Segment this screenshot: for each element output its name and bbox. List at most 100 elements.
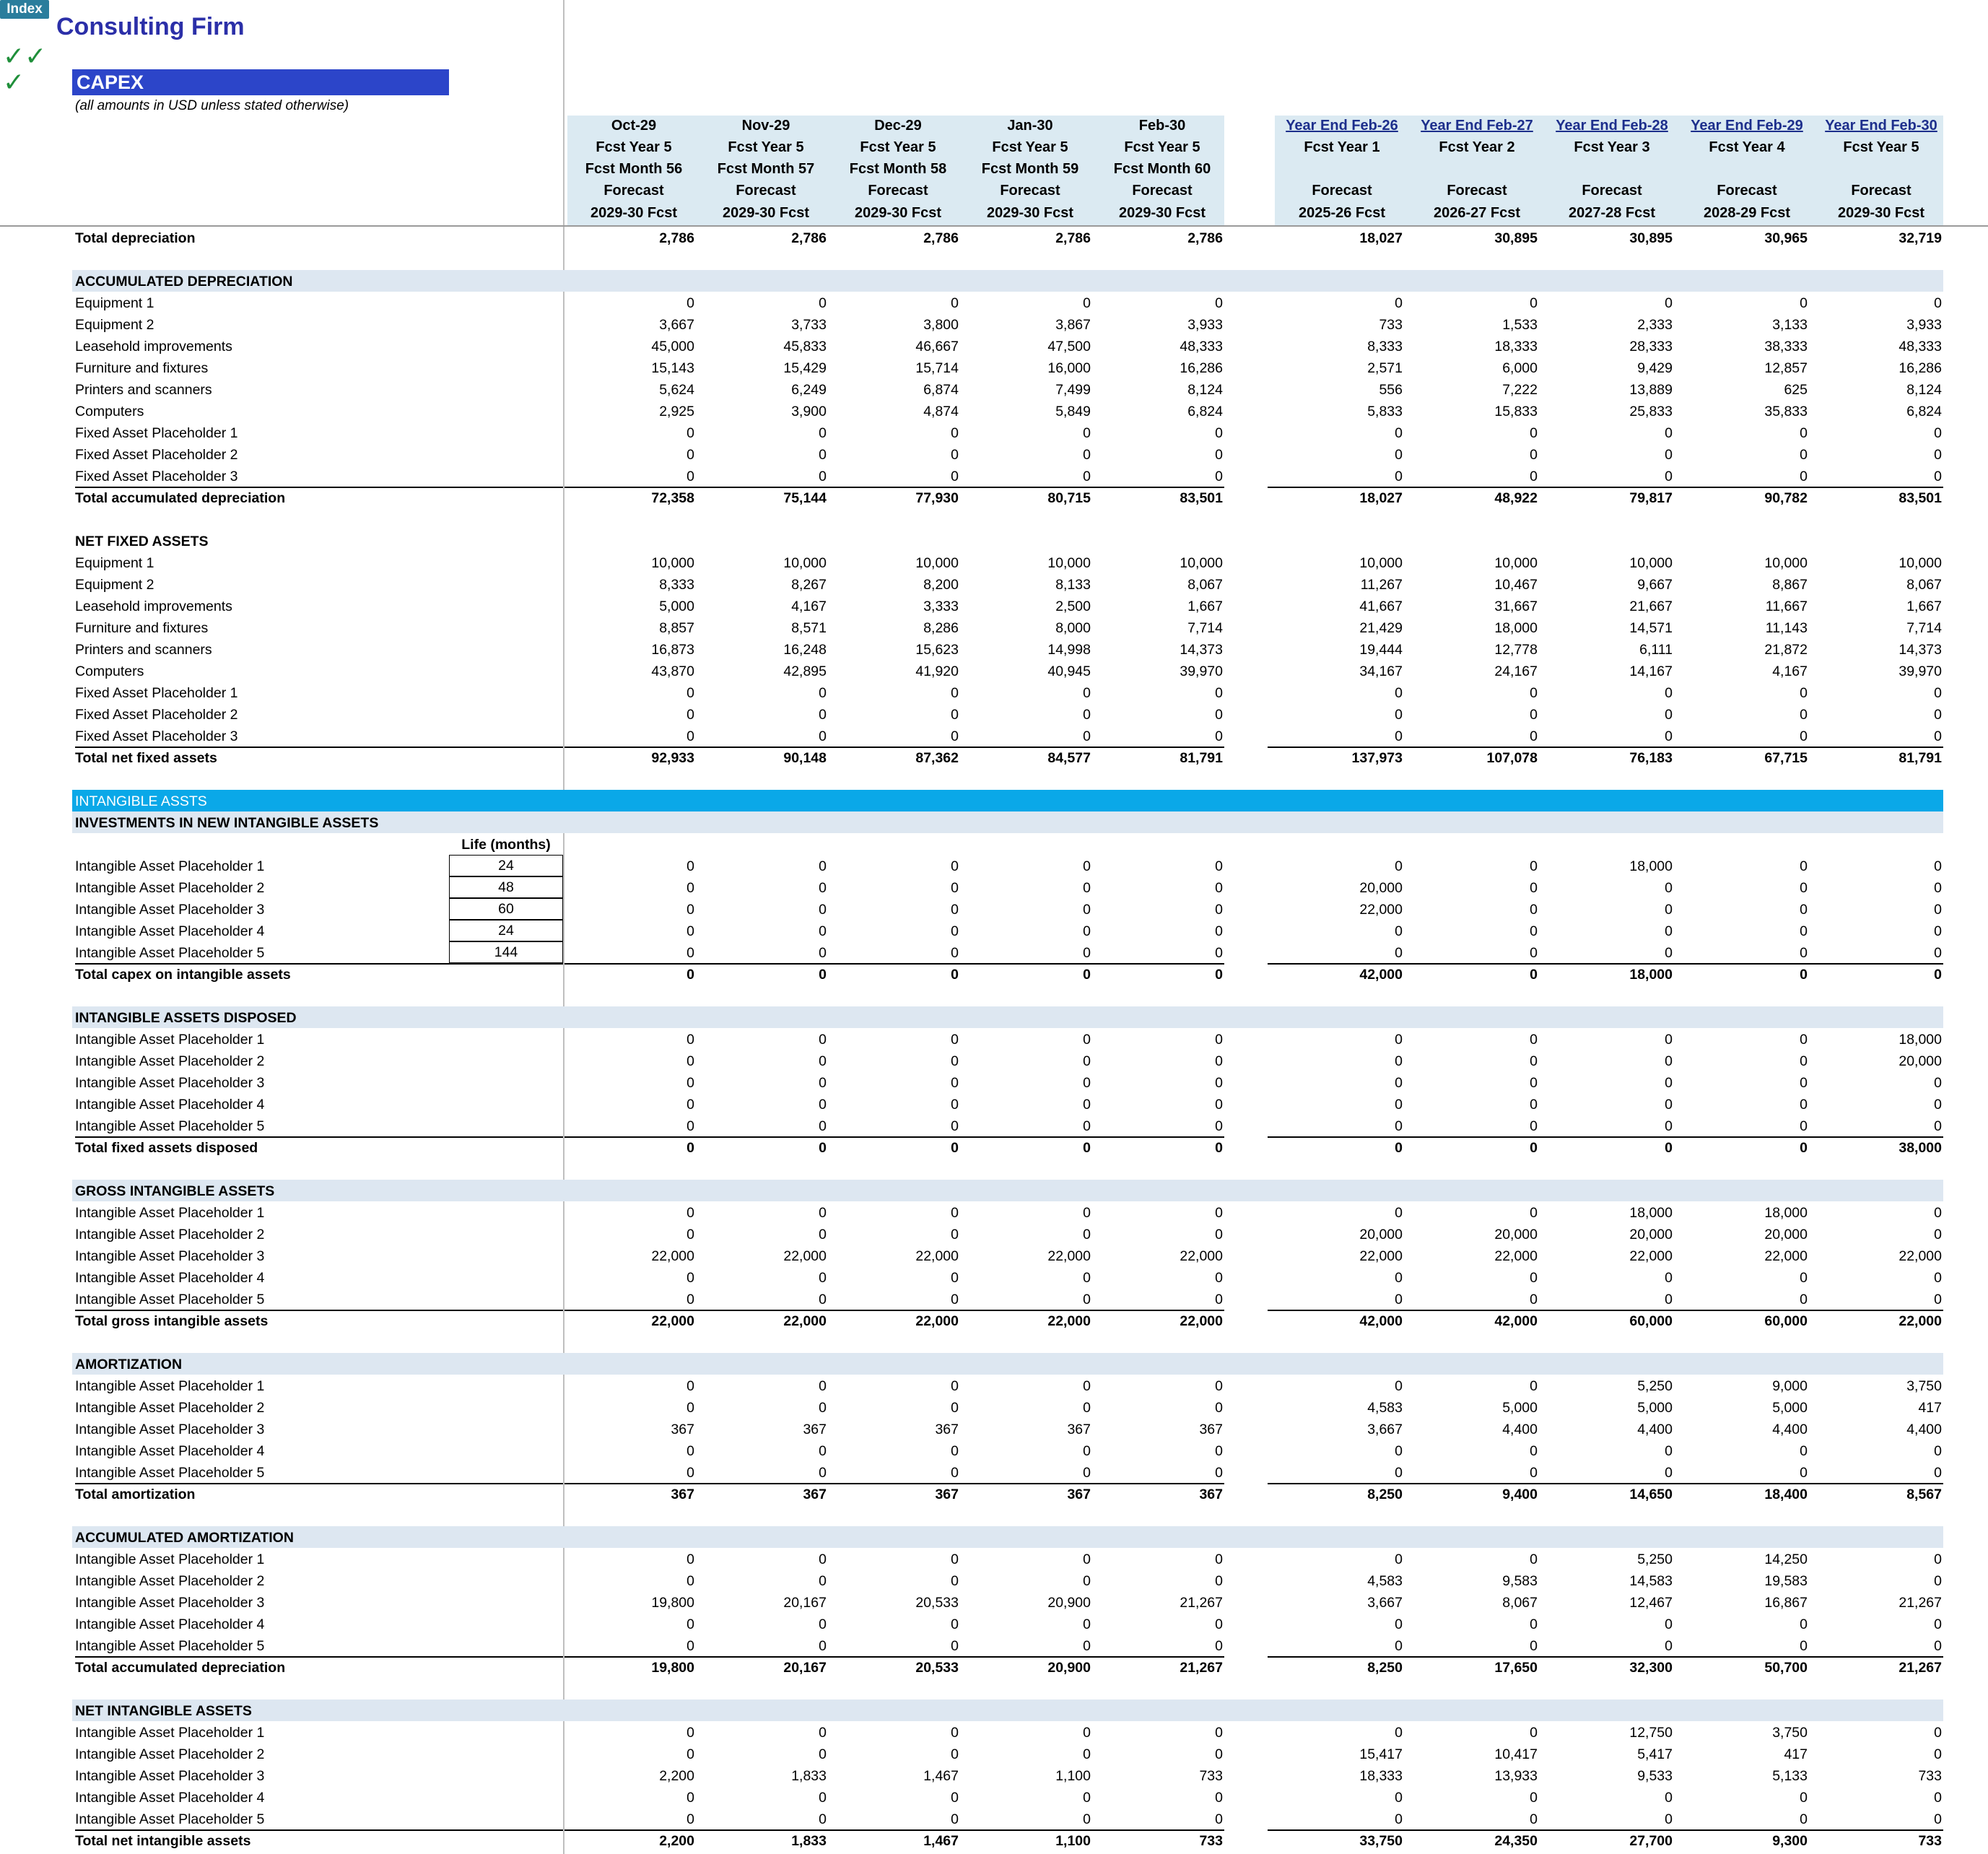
- value-cell: 10,000: [1047, 555, 1091, 571]
- checkmark-icon: ✓✓ ✓: [3, 41, 47, 97]
- column-header-type: Forecast: [1851, 183, 1911, 199]
- value-cell: 8,567: [1906, 1487, 1942, 1502]
- value-cell: 1,100: [1055, 1768, 1091, 1784]
- row-label: Intangible Asset Placeholder 4: [75, 1790, 265, 1806]
- value-cell: 15,623: [915, 642, 959, 658]
- value-cell: 0: [819, 1725, 827, 1741]
- value-cell: 1,533: [1502, 317, 1538, 333]
- value-cell: 0: [951, 1746, 959, 1762]
- value-cell: 9,429: [1637, 360, 1673, 376]
- value-cell: 0: [1215, 728, 1223, 744]
- value-cell: 3,667: [1367, 1595, 1403, 1611]
- value-cell: 4,583: [1367, 1573, 1403, 1589]
- value-cell: 18,333: [1359, 1768, 1403, 1784]
- value-cell: 0: [951, 728, 959, 744]
- value-cell: 0: [951, 707, 959, 723]
- value-cell: 5,000: [1502, 1400, 1538, 1416]
- row-label: Intangible Asset Placeholder 5: [75, 1118, 265, 1134]
- value-cell: 0: [1665, 1270, 1673, 1286]
- value-cell: 3,333: [923, 599, 959, 614]
- value-cell: 0: [1665, 1465, 1673, 1481]
- value-cell: 0: [951, 1616, 959, 1632]
- row-label: Printers and scanners: [75, 642, 212, 658]
- value-cell: 60,000: [1629, 1313, 1673, 1329]
- value-cell: 0: [1215, 1400, 1223, 1416]
- column-header-type: Forecast: [868, 183, 928, 199]
- value-cell: 76,183: [1629, 750, 1673, 766]
- value-cell: 0: [951, 1465, 959, 1481]
- row-label: Fixed Asset Placeholder 1: [75, 685, 238, 701]
- value-cell: 24,167: [1494, 663, 1538, 679]
- value-cell: 0: [1083, 1465, 1091, 1481]
- value-cell: 0: [686, 1616, 694, 1632]
- value-cell: 16,873: [651, 642, 694, 658]
- table-row: Intangible Asset Placeholder 4 0 0 0 0 0 0 0 0 0 0: [0, 1440, 1988, 1461]
- value-cell: 2,333: [1637, 317, 1673, 333]
- value-cell: 2,786: [1187, 230, 1223, 246]
- value-cell: 0: [1395, 858, 1403, 874]
- value-cell: 0: [1395, 1032, 1403, 1048]
- value-cell: 0: [1934, 1573, 1942, 1589]
- value-cell: 0: [819, 858, 827, 874]
- value-cell: 0: [1665, 923, 1673, 939]
- value-cell: 0: [1215, 469, 1223, 484]
- row-label: Leasehold improvements: [75, 339, 232, 354]
- value-cell: 0: [1800, 902, 1808, 918]
- value-cell: 83,501: [1180, 490, 1223, 506]
- table-row: Intangible Asset Placeholder 5 0 0 0 0 0 0 0 0 0 0: [0, 1808, 1988, 1829]
- value-cell: 0: [951, 425, 959, 441]
- table-row: Intangible Asset Placeholder 2 48 0 0 0 0 0 20,…: [0, 876, 1988, 898]
- value-cell: 0: [1083, 1140, 1091, 1156]
- value-cell: 0: [819, 425, 827, 441]
- index-button[interactable]: Index: [0, 0, 49, 19]
- value-cell: 625: [1784, 382, 1808, 398]
- value-cell: 0: [1083, 1378, 1091, 1394]
- value-cell: 0: [819, 902, 827, 918]
- value-cell: 0: [1395, 923, 1403, 939]
- total-row: Total net intangible assets 2,200 1,833 1,4…: [0, 1829, 1988, 1851]
- value-cell: 25,833: [1629, 404, 1673, 419]
- value-cell: 0: [1215, 295, 1223, 311]
- value-cell: 8,286: [923, 620, 959, 636]
- value-cell: 4,400: [1502, 1422, 1538, 1437]
- value-cell: 2,786: [791, 230, 827, 246]
- value-cell: 0: [1800, 1638, 1808, 1654]
- value-cell: 733: [1199, 1768, 1223, 1784]
- value-cell: 0: [951, 1118, 959, 1134]
- value-cell: 39,970: [1180, 663, 1223, 679]
- value-cell: 18,400: [1764, 1487, 1808, 1502]
- value-cell: 0: [1083, 1053, 1091, 1069]
- value-cell: 0: [1665, 295, 1673, 311]
- value-cell: 8,333: [659, 577, 694, 593]
- column-header-period: Year End Feb-30: [1825, 118, 1937, 134]
- value-cell: 10,467: [1494, 577, 1538, 593]
- value-cell: 1,667: [1187, 599, 1223, 614]
- value-cell: 14,167: [1629, 663, 1673, 679]
- value-cell: 0: [951, 1811, 959, 1827]
- value-cell: 0: [686, 425, 694, 441]
- value-cell: 30,895: [1629, 230, 1673, 246]
- value-cell: 0: [1083, 945, 1091, 961]
- column-header-type: Forecast: [603, 183, 664, 199]
- value-cell: 40,945: [1047, 663, 1091, 679]
- value-cell: 19,444: [1359, 642, 1403, 658]
- value-cell: 39,970: [1898, 663, 1942, 679]
- value-cell: 0: [1800, 1075, 1808, 1091]
- value-cell: 0: [1395, 1465, 1403, 1481]
- value-cell: 0: [1934, 447, 1942, 463]
- value-cell: 0: [951, 1443, 959, 1459]
- value-cell: 5,849: [1055, 404, 1091, 419]
- value-cell: 4,583: [1367, 1400, 1403, 1416]
- value-cell: 0: [1395, 1638, 1403, 1654]
- row-label: Equipment 1: [75, 295, 154, 311]
- value-cell: 0: [951, 967, 959, 983]
- value-cell: 0: [1083, 728, 1091, 744]
- value-cell: 0: [1665, 1811, 1673, 1827]
- value-cell: 0: [1395, 1725, 1403, 1741]
- value-cell: 0: [686, 1270, 694, 1286]
- value-cell: 5,133: [1772, 1768, 1808, 1784]
- life-months-header: Life (months): [461, 837, 551, 853]
- value-cell: 0: [1934, 1443, 1942, 1459]
- value-cell: 22,000: [651, 1248, 694, 1264]
- row-label: Computers: [75, 663, 144, 679]
